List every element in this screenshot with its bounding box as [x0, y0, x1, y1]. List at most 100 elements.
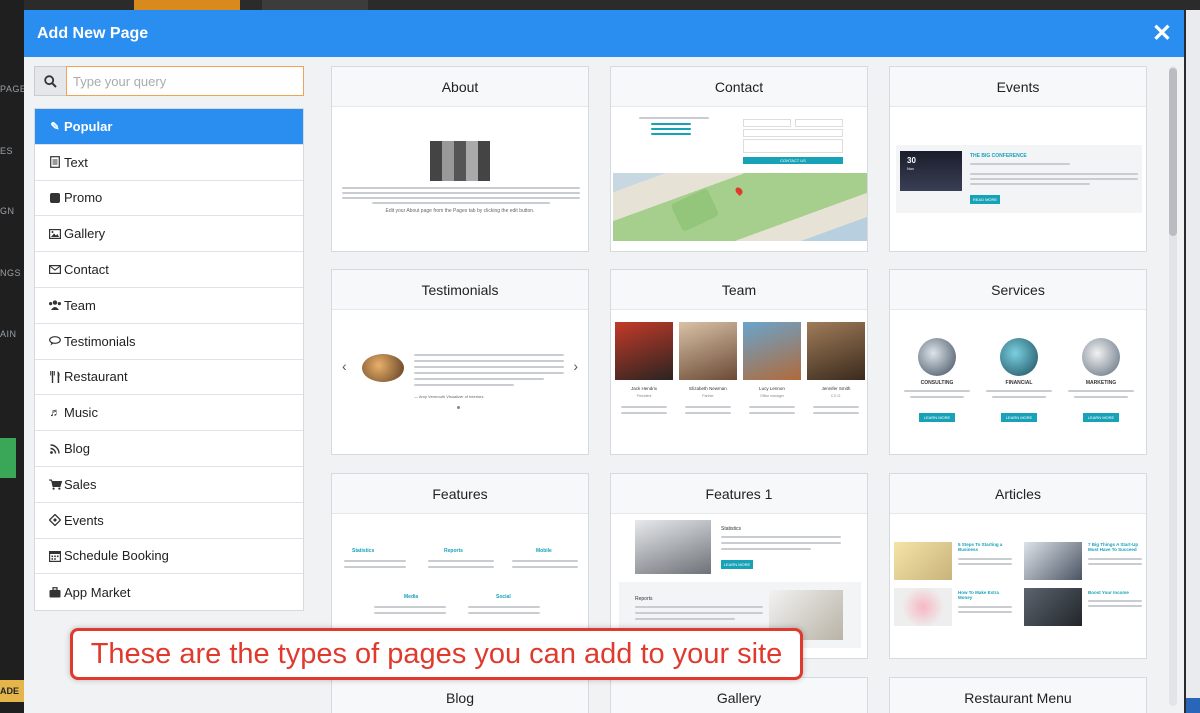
- rail-green-button[interactable]: [0, 438, 16, 478]
- text-line: [342, 192, 580, 194]
- template-card-articles[interactable]: Articles 5 Steps To Starting a Business …: [889, 473, 1147, 659]
- category-testimonials[interactable]: Testimonials: [35, 324, 303, 360]
- text-line: [910, 396, 964, 398]
- category-label: App Market: [64, 584, 131, 600]
- category-text[interactable]: Text: [35, 145, 303, 181]
- text-line: [621, 406, 667, 408]
- tag-icon: ✎: [50, 120, 60, 133]
- text-line: [685, 406, 731, 408]
- about-preview-image: [430, 141, 490, 181]
- template-card-about[interactable]: About Edit your About page from the Page…: [331, 66, 589, 252]
- card-title: Events: [890, 67, 1146, 107]
- service-learn-more-preview: LEARN MORE: [919, 413, 955, 422]
- category-app-market[interactable]: App Market: [35, 574, 303, 610]
- article-title: Boost Your Income: [1088, 590, 1129, 595]
- category-label: Text: [64, 154, 88, 170]
- text-line: [958, 558, 1012, 560]
- article-title: 5 Steps To Starting a Business: [958, 542, 1003, 552]
- category-promo[interactable]: Promo: [35, 181, 303, 217]
- card-title: Blog: [332, 678, 588, 713]
- category-label: Sales: [64, 476, 97, 492]
- team-photo: [615, 322, 673, 380]
- event-heading: THE BIG CONFERENCE: [970, 153, 1027, 159]
- template-card-restaurant-menu[interactable]: Restaurant Menu: [889, 677, 1147, 713]
- right-edge-blue-button[interactable]: [1186, 698, 1200, 713]
- top-bar-orange-button[interactable]: [134, 0, 240, 10]
- category-team[interactable]: Team: [35, 288, 303, 324]
- template-card-team[interactable]: Team Jack Hendrix Elizabeth Newman Lucy …: [610, 269, 868, 455]
- template-card-blog[interactable]: Blog: [331, 677, 589, 713]
- category-contact[interactable]: Contact: [35, 252, 303, 288]
- text-line: [414, 366, 564, 368]
- upgrade-button[interactable]: ADE: [0, 680, 24, 702]
- comments-icon: [48, 336, 62, 346]
- text-line: [813, 412, 859, 414]
- grid-scrollbar[interactable]: [1169, 66, 1177, 706]
- feature-label: Reports: [444, 548, 463, 554]
- text-line: [958, 606, 1012, 608]
- scrollbar-thumb[interactable]: [1169, 68, 1177, 236]
- card-preview: CONTACT US: [611, 107, 867, 251]
- rss-icon: [48, 443, 62, 454]
- text-line: [1088, 605, 1142, 607]
- article-title: How To Make Extra Money: [958, 590, 999, 600]
- briefcase-icon: [48, 586, 62, 598]
- card-title: Features 1: [611, 474, 867, 514]
- text-line: [970, 178, 1138, 180]
- cart-icon: [48, 479, 62, 490]
- service-label: MARKETING: [1085, 380, 1117, 386]
- editor-top-bar: [24, 0, 1200, 10]
- text-line: [512, 560, 578, 562]
- service-label: FINANCIAL: [1005, 380, 1033, 386]
- category-blog[interactable]: Blog: [35, 431, 303, 467]
- callout-text: These are the types of pages you can add…: [90, 637, 783, 670]
- category-gallery[interactable]: Gallery: [35, 216, 303, 253]
- cutlery-icon: [48, 370, 62, 383]
- category-sales[interactable]: Sales: [35, 467, 303, 503]
- category-schedule-booking[interactable]: Schedule Booking: [35, 539, 303, 575]
- text-line: [749, 406, 795, 408]
- event-image: 30 Nov: [900, 151, 962, 191]
- close-icon[interactable]: ✕: [1152, 21, 1172, 46]
- text-line: [414, 378, 544, 380]
- feature-label: Social: [496, 594, 511, 600]
- category-popular[interactable]: ✎ Popular: [35, 109, 303, 145]
- card-title: Features: [332, 474, 588, 514]
- top-bar-dark-button[interactable]: [262, 0, 368, 10]
- category-music[interactable]: ♬ Music: [35, 395, 303, 432]
- text-line: [1074, 396, 1128, 398]
- text-line: [651, 128, 691, 130]
- chevron-right-icon: ›: [573, 358, 578, 374]
- card-preview: CONSULTING FINANCIAL MARKETING LEARN MOR…: [890, 310, 1146, 454]
- card-title: About: [332, 67, 588, 107]
- team-photo: [743, 322, 801, 380]
- event-read-more-preview: READ MORE: [970, 195, 1000, 204]
- search-button[interactable]: [34, 66, 66, 96]
- template-card-contact[interactable]: Contact CONTACT US: [610, 66, 868, 252]
- template-card-events[interactable]: Events 30 Nov THE BIG CONFERENCE READ MO…: [889, 66, 1147, 252]
- carousel-dot: [457, 406, 460, 409]
- template-card-testimonials[interactable]: Testimonials ‹ › — Amy Vermouth Visualiz…: [331, 269, 589, 455]
- category-restaurant[interactable]: Restaurant: [35, 360, 303, 396]
- phone-field-preview: [795, 119, 843, 127]
- text-line: [651, 123, 691, 125]
- feature-label: Statistics: [721, 526, 742, 532]
- search-row: [34, 66, 304, 96]
- category-events[interactable]: Events: [35, 503, 303, 539]
- template-card-services[interactable]: Services CONSULTING FINANCIAL MARKETING …: [889, 269, 1147, 455]
- service-learn-more-preview: LEARN MORE: [1083, 413, 1119, 422]
- team-member-role: Partner: [702, 394, 714, 398]
- text-line: [428, 560, 494, 562]
- text-line: [904, 390, 970, 392]
- text-line: [372, 202, 550, 204]
- annotation-callout: These are the types of pages you can add…: [70, 628, 803, 680]
- text-line: [992, 396, 1046, 398]
- file-text-icon: [48, 156, 62, 169]
- search-input[interactable]: [66, 66, 304, 96]
- text-line: [1088, 558, 1142, 560]
- team-member-role: C.E.O.: [830, 394, 842, 398]
- text-line: [958, 611, 1012, 613]
- text-line: [428, 566, 494, 568]
- template-card-gallery[interactable]: Gallery: [610, 677, 868, 713]
- feature-image: [635, 520, 711, 574]
